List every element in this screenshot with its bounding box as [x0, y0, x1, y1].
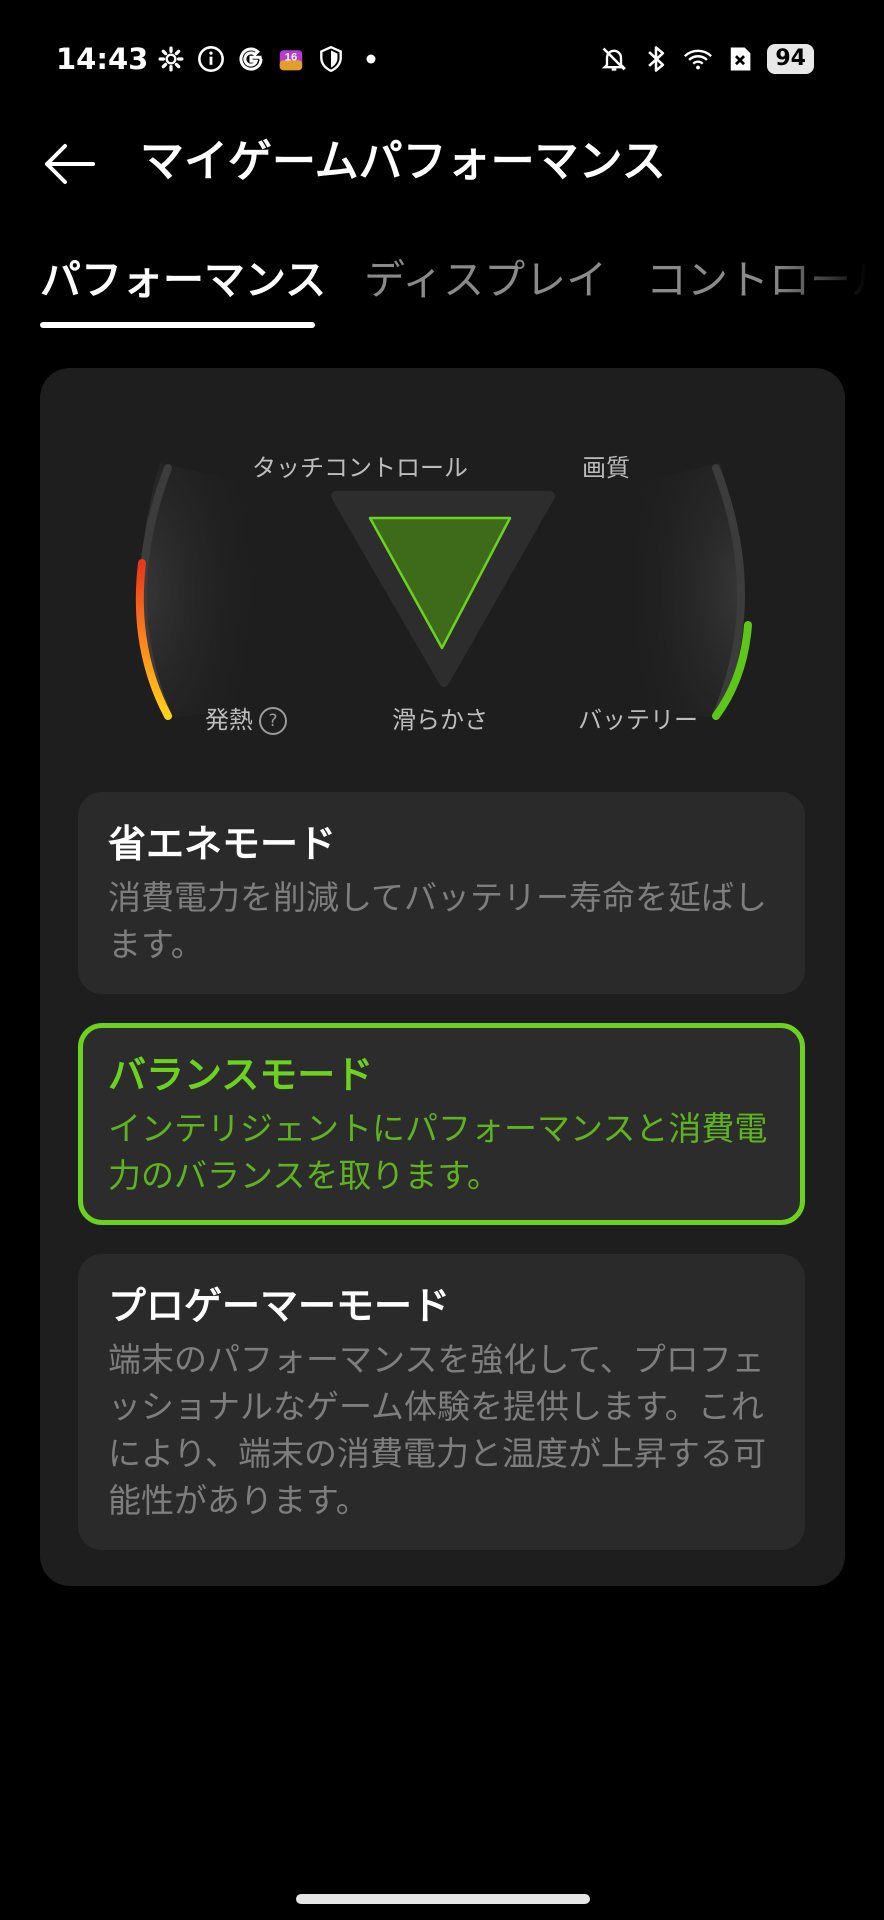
status-time: 14:43: [56, 42, 149, 76]
gauge-label-heat-text: 発熱: [205, 706, 253, 734]
home-indicator[interactable]: [296, 1894, 590, 1904]
sim-off-icon: [725, 44, 755, 74]
mode-card-balanced[interactable]: バランスモード インテリジェントにパフォーマンスと消費電力のバランスを取ります。: [78, 1023, 805, 1225]
tab-active-indicator: [40, 322, 315, 328]
bluetooth-icon: [641, 44, 671, 74]
shield-icon: [316, 44, 346, 74]
mode-description: 消費電力を削減してバッテリー寿命を延ばします。: [108, 878, 768, 964]
gauge-label-battery: バッテリー: [578, 706, 698, 734]
help-icon[interactable]: ?: [259, 707, 287, 735]
performance-card: タッチコントロール 画質 発熱? 滑らかさ バッテリー 省エネモード 消費電力を…: [40, 368, 845, 1586]
gauge-label-image-quality: 画質: [582, 454, 630, 482]
mode-title: プロゲーマーモード: [108, 1284, 451, 1328]
mode-title: バランスモード: [108, 1053, 374, 1097]
mode-description: インテリジェントにパフォーマンスと消費電力のバランスを取ります。: [108, 1109, 768, 1195]
status-bar: 14:43 16 94: [0, 0, 884, 120]
tab-display[interactable]: ディスプレイ: [364, 254, 607, 306]
tab-bar: パフォーマンス ディスプレイ コントロール: [0, 244, 884, 334]
gauge-label-smoothness: 滑らかさ: [392, 706, 488, 734]
mode-description: 端末のパフォーマンスを強化して、プロフェッショナルなゲーム体験を提供します。これ…: [108, 1340, 767, 1520]
status-right-icons: 94: [599, 44, 814, 74]
gauge-label-heat: 発熱?: [205, 700, 287, 735]
tab-performance[interactable]: パフォーマンス: [40, 254, 326, 306]
back-button[interactable]: [38, 132, 102, 196]
svg-text:16: 16: [285, 51, 298, 63]
mode-card-pro-gamer[interactable]: プロゲーマーモード 端末のパフォーマンスを強化して、プロフェッショナルなゲーム体…: [78, 1254, 805, 1550]
battery-indicator: 94: [767, 44, 814, 74]
app-icon: 16: [276, 44, 306, 74]
mode-card-power-saving[interactable]: 省エネモード 消費電力を削減してバッテリー寿命を延ばします。: [78, 792, 805, 994]
tab-fade-overlay: [774, 244, 884, 334]
gauge-label-touch-control: タッチコントロール: [252, 454, 468, 482]
dot-icon: [356, 44, 386, 74]
info-icon: [196, 44, 226, 74]
page-title: マイゲームパフォーマンス: [140, 136, 666, 187]
mode-title: 省エネモード: [108, 822, 337, 866]
right-gauge-texture: [615, 463, 741, 718]
bell-off-icon: [599, 44, 629, 74]
gear-icon: [156, 44, 186, 74]
google-icon: [236, 44, 266, 74]
status-left-icons: 16: [156, 44, 386, 74]
arrow-left-icon: [45, 144, 95, 184]
wifi-icon: [683, 44, 713, 74]
performance-gauge: タッチコントロール 画質 発熱? 滑らかさ バッテリー: [40, 368, 845, 768]
